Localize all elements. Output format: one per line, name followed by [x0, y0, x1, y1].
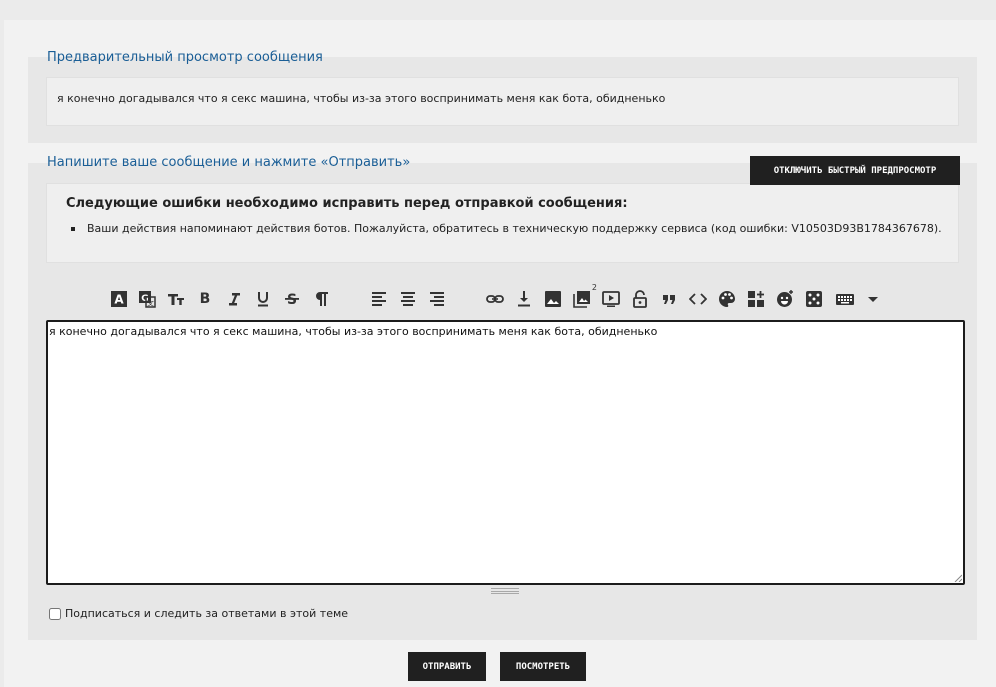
translate-icon[interactable]: G文 — [136, 288, 158, 310]
align-right-icon[interactable] — [426, 288, 448, 310]
error-item: Ваши действия напоминают действия ботов.… — [69, 222, 942, 235]
page: Предварительный просмотр сообщения я кон… — [4, 20, 996, 687]
more-icon[interactable] — [862, 288, 884, 310]
resize-grip-icon[interactable] — [954, 574, 962, 582]
svg-text:文: 文 — [147, 299, 154, 308]
editor-toolbar: A G文 B S 2 — [28, 283, 977, 310]
strikethrough-icon[interactable]: S — [281, 288, 303, 310]
gallery-badge: 2 — [591, 283, 597, 292]
subscribe-checkbox[interactable] — [49, 607, 61, 620]
preview-button[interactable]: ПОСМОТРЕТЬ — [500, 652, 586, 681]
disable-fast-preview-button[interactable]: ОТКЛЮЧИТЬ БЫСТРЫЙ ПРЕДПРОСМОТР — [750, 156, 960, 185]
link-icon[interactable] — [484, 288, 506, 310]
error-box: Следующие ошибки необходимо исправить пе… — [46, 183, 959, 263]
error-title: Следующие ошибки необходимо исправить пе… — [66, 196, 628, 211]
message-textarea[interactable]: я конечно догадывался что я секс машина,… — [46, 320, 965, 585]
quote-icon[interactable] — [658, 288, 680, 310]
subscribe-option[interactable]: Подписаться и следить за ответами в этой… — [49, 607, 348, 620]
resize-handle[interactable] — [491, 588, 519, 594]
widgets-icon[interactable] — [745, 288, 767, 310]
svg-text:S: S — [287, 292, 297, 308]
submit-button[interactable]: ОТПРАВИТЬ — [408, 652, 486, 681]
emoji-icon[interactable] — [774, 288, 796, 310]
download-icon[interactable] — [513, 288, 535, 310]
textarea-value: я конечно догадывался что я секс машина,… — [49, 325, 658, 338]
image-icon[interactable] — [542, 288, 564, 310]
dice-icon[interactable] — [803, 288, 825, 310]
preview-content: я конечно догадывался что я секс машина,… — [46, 77, 959, 126]
align-center-icon[interactable] — [397, 288, 419, 310]
code-icon[interactable] — [687, 288, 709, 310]
lock-icon[interactable] — [629, 288, 651, 310]
editor-title: Напишите ваше сообщение и нажмите «Отпра… — [47, 155, 411, 170]
subscribe-label: Подписаться и следить за ответами в этой… — [65, 607, 349, 620]
keyboard-icon[interactable] — [834, 288, 856, 310]
video-icon[interactable] — [600, 288, 622, 310]
editor-panel: Напишите ваше сообщение и нажмите «Отпра… — [28, 155, 977, 640]
bold-icon[interactable]: B — [194, 288, 216, 310]
font-color-icon[interactable]: A — [108, 288, 130, 310]
italic-icon[interactable] — [223, 288, 245, 310]
message-preview-panel: Предварительный просмотр сообщения я кон… — [28, 50, 977, 143]
font-size-icon[interactable] — [165, 288, 187, 310]
paragraph-icon[interactable] — [310, 288, 332, 310]
gallery-icon[interactable]: 2 — [571, 283, 597, 310]
preview-title: Предварительный просмотр сообщения — [47, 50, 323, 65]
error-list: Ваши действия напоминают действия ботов.… — [69, 222, 942, 235]
svg-text:A: A — [114, 293, 124, 307]
align-left-icon[interactable] — [368, 288, 390, 310]
palette-icon[interactable] — [716, 288, 738, 310]
underline-icon[interactable] — [252, 288, 274, 310]
